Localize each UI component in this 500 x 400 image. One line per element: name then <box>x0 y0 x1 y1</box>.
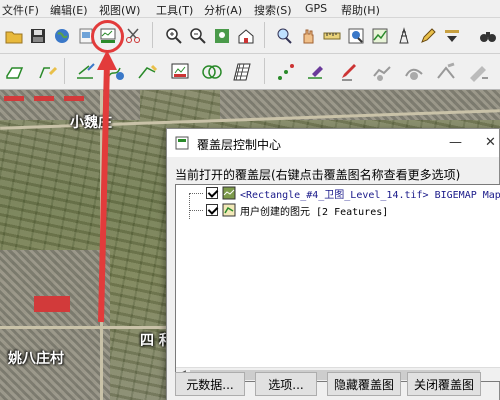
dialog-body: 当前打开的覆盖层(右键点击覆盖图名称查看更多选项) <Rectangle_#4_… <box>167 157 500 400</box>
map-red-roof <box>34 296 70 312</box>
layer-visibility-checkbox[interactable] <box>206 187 218 199</box>
map-pin-icon[interactable] <box>210 24 234 48</box>
map-label-xiaoweizhuang: 小魏庄 <box>70 115 112 131</box>
scissors-icon[interactable] <box>121 24 145 48</box>
metadata-button[interactable]: 元数据... <box>175 372 245 396</box>
draw-path-icon[interactable] <box>102 58 130 86</box>
options-button[interactable]: 选项... <box>255 372 317 396</box>
layer-name[interactable]: <Rectangle_#4_卫图_Level_14.tif> BIGEMAP M… <box>240 186 500 201</box>
draw-polygon-icon[interactable] <box>2 58 30 86</box>
main-toolbar <box>0 18 500 54</box>
info-icon[interactable] <box>344 24 368 48</box>
pencil-icon[interactable] <box>416 24 440 48</box>
hide-overlay-button[interactable]: 隐藏覆盖图 <box>327 372 401 396</box>
open-layers-label: 当前打开的覆盖层(右键点击覆盖图名称查看更多选项) <box>175 168 461 182</box>
zoom-out-icon[interactable] <box>186 24 210 48</box>
raster-layer-icon <box>222 186 236 200</box>
draw-route-icon[interactable] <box>134 58 162 86</box>
open-folder-icon[interactable] <box>2 24 26 48</box>
chart-icon[interactable] <box>368 24 392 48</box>
map-label-yaobazhuangcun: 姚八庄村 <box>8 351 64 367</box>
menu-gps[interactable]: GPS <box>305 2 327 15</box>
globe-icon[interactable] <box>50 24 74 48</box>
home-icon[interactable] <box>234 24 258 48</box>
dialog-titlebar[interactable]: 覆盖层控制中心 — ✕ <box>167 129 499 157</box>
draw-edit-shape-icon[interactable] <box>34 58 62 86</box>
layer-row[interactable]: 用户创建的图元 [2 Features] <box>178 202 500 218</box>
layer-row[interactable]: <Rectangle_#4_卫图_Level_14.tif> BIGEMAP M… <box>178 185 500 201</box>
map-road <box>100 90 103 400</box>
disabled-tool-2-icon[interactable] <box>400 58 428 86</box>
menu-view[interactable]: 视图(W) <box>99 2 140 18</box>
dialog-app-icon <box>175 136 189 150</box>
menu-file[interactable]: 文件(F) <box>2 2 39 18</box>
overlay-control-center-dialog: 覆盖层控制中心 — ✕ 当前打开的覆盖层(右键点击覆盖图名称查看更多选项) <R… <box>166 128 500 400</box>
map-red-roof <box>4 96 24 101</box>
dropdown-arrow-icon[interactable] <box>440 24 464 48</box>
zoom-in-icon[interactable] <box>162 24 186 48</box>
layer-name[interactable]: 用户创建的图元 [2 Features] <box>240 203 388 218</box>
map-road <box>0 326 170 329</box>
map-red-roof <box>64 96 84 101</box>
hand-icon[interactable] <box>296 24 320 48</box>
drawing-toolbar <box>0 54 500 90</box>
tower-icon[interactable] <box>392 24 416 48</box>
menu-edit[interactable]: 编辑(E) <box>50 2 88 18</box>
menu-tools[interactable]: 工具(T) <box>156 2 193 18</box>
grid-icon[interactable] <box>228 58 256 86</box>
disabled-tool-1-icon[interactable] <box>368 58 396 86</box>
menu-search[interactable]: 搜索(S) <box>254 2 292 18</box>
menu-bar: 文件(F) 编辑(E) 视图(W) 工具(T) 分析(A) 搜索(S) GPS … <box>0 0 500 18</box>
disabled-tool-3-icon[interactable] <box>432 58 460 86</box>
search-icon[interactable] <box>272 24 296 48</box>
close-button[interactable]: ✕ <box>485 135 496 150</box>
draw-line-icon[interactable] <box>72 58 100 86</box>
binoculars-icon[interactable] <box>476 24 500 48</box>
map-red-roof <box>34 96 54 101</box>
layer-visibility-checkbox[interactable] <box>206 204 218 216</box>
save-icon[interactable] <box>26 24 50 48</box>
annotation-circle <box>91 20 124 53</box>
draw-code-icon[interactable] <box>166 58 194 86</box>
disabled-tool-4-icon[interactable] <box>464 58 492 86</box>
map-village-area <box>0 250 110 400</box>
draw-points-icon[interactable] <box>272 58 300 86</box>
vector-layer-icon <box>222 203 236 217</box>
ruler-icon[interactable] <box>320 24 344 48</box>
menu-analysis[interactable]: 分析(A) <box>204 2 242 18</box>
close-overlay-button[interactable]: 关闭覆盖图 <box>407 372 481 396</box>
layer-tree[interactable]: <Rectangle_#4_卫图_Level_14.tif> BIGEMAP M… <box>175 184 500 382</box>
draw-brush-icon[interactable] <box>336 58 364 86</box>
menu-help[interactable]: 帮助(H) <box>341 2 380 18</box>
dialog-title: 覆盖层控制中心 <box>197 138 282 152</box>
minimize-button[interactable]: — <box>449 135 462 150</box>
draw-pen-icon[interactable] <box>302 58 330 86</box>
draw-circles-icon[interactable] <box>198 58 226 86</box>
